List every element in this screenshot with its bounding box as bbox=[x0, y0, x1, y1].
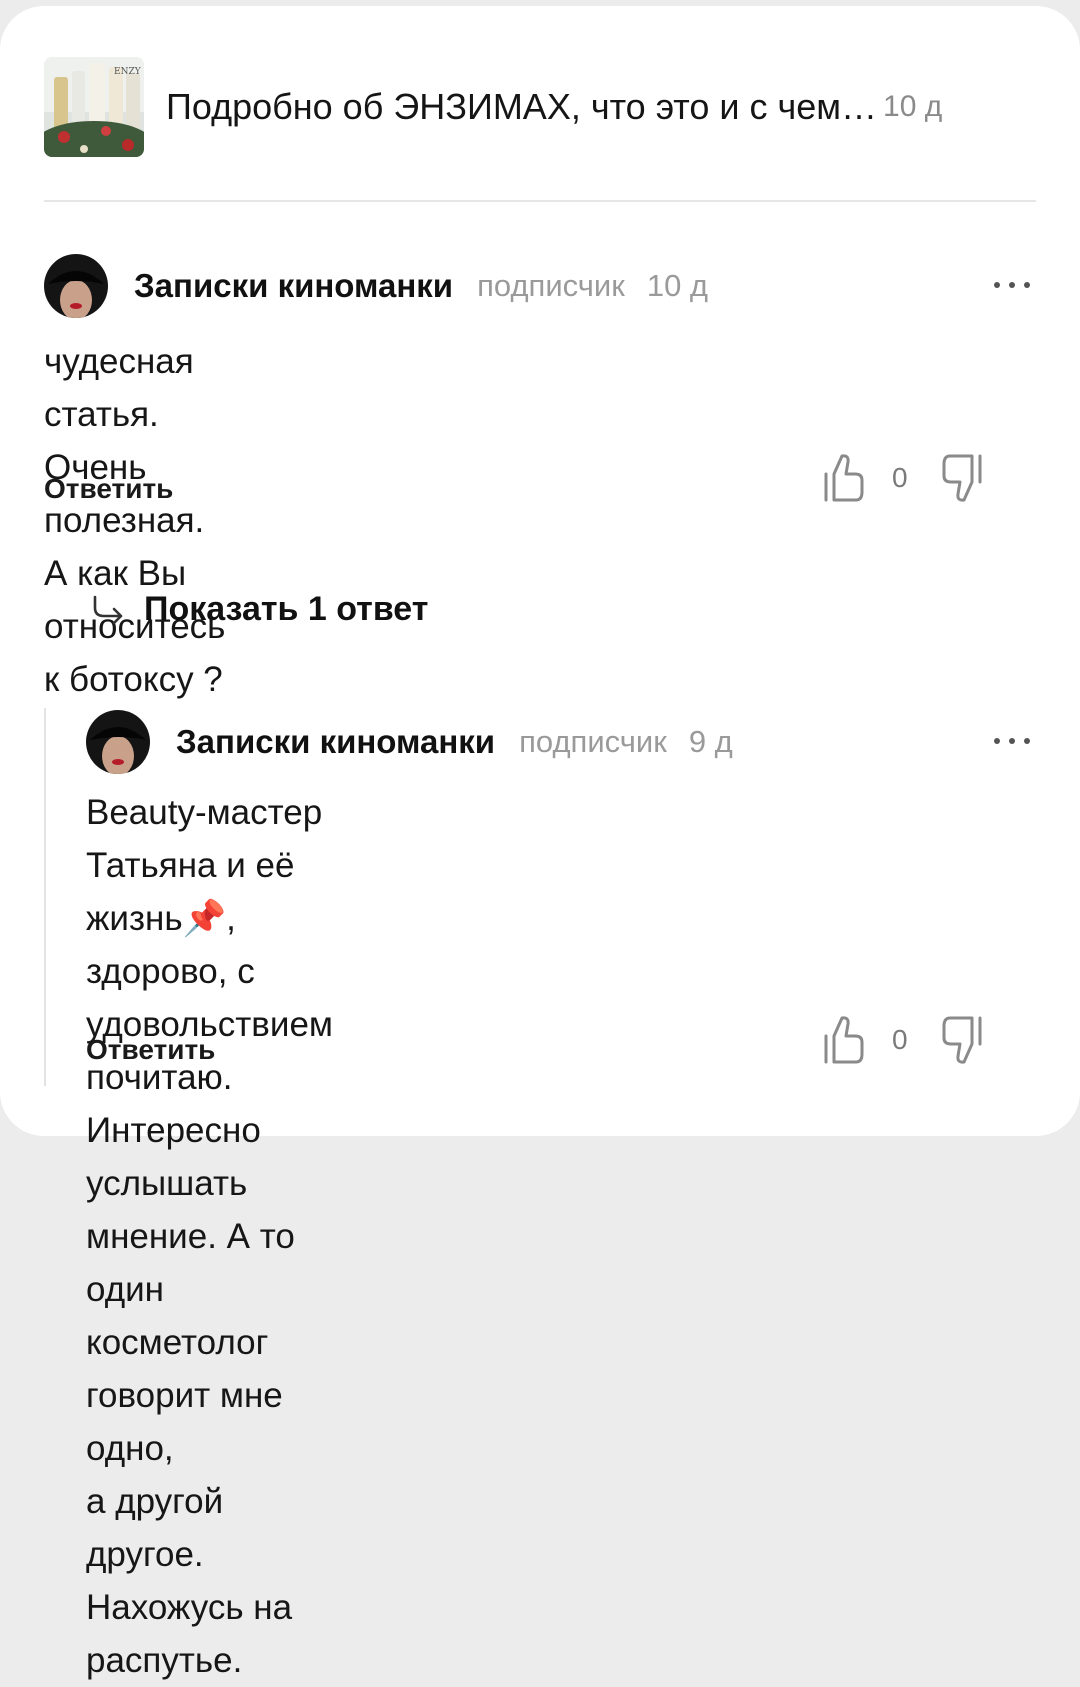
comment-age: 10 д bbox=[646, 268, 709, 303]
comment-text: Beauty-мастер Татьяна и её жизнь📌, здоро… bbox=[86, 786, 333, 1687]
more-dots-icon[interactable] bbox=[994, 734, 1036, 748]
comment-header: Записки киноманки подписчик 10 д bbox=[44, 254, 708, 318]
reply-arrow-icon bbox=[93, 595, 123, 624]
thumb-label: ENZY bbox=[114, 67, 142, 77]
avatar[interactable] bbox=[86, 710, 150, 774]
comment-text-line: удовольствием почитаю. Интересно услышат… bbox=[86, 1005, 333, 1203]
comment-text: чудесная статья. Очень полезная. А как В… bbox=[44, 335, 225, 706]
comment-text-line: а другой другое. Нахожусь на распутье. bbox=[86, 1482, 293, 1680]
author-name[interactable]: Записки киноманки bbox=[134, 267, 453, 305]
author-role: подписчик bbox=[519, 724, 667, 759]
author-role: подписчик bbox=[477, 268, 625, 303]
like-count: 0 bbox=[892, 1024, 908, 1055]
article-thumbnail: ENZY bbox=[44, 57, 144, 157]
article-age: 10 д bbox=[883, 90, 943, 123]
thumb-up-icon[interactable] bbox=[822, 1014, 866, 1066]
votes: 0 bbox=[822, 452, 986, 504]
reply-button[interactable]: Ответить bbox=[44, 473, 173, 505]
comment-text-line: чудесная статья. Очень полезная. А как В… bbox=[44, 342, 205, 593]
thumb-down-icon[interactable] bbox=[938, 452, 986, 504]
thread-line bbox=[44, 708, 46, 1086]
more-dots-icon[interactable] bbox=[994, 278, 1036, 292]
divider bbox=[44, 200, 1036, 202]
show-replies-label[interactable]: Показать 1 ответ bbox=[144, 590, 428, 629]
comments-card: ENZY Подробно об ЭНЗИМАХ, что это и с че… bbox=[0, 6, 1080, 1680]
comment-text-line: мнение. А то один косметолог говорит мне… bbox=[86, 1217, 295, 1468]
thumb-up-icon[interactable] bbox=[822, 452, 866, 504]
thumb-down-icon[interactable] bbox=[938, 1014, 986, 1066]
author-name[interactable]: Записки киноманки bbox=[176, 723, 495, 761]
show-replies-button[interactable]: Показать 1 ответ bbox=[90, 590, 428, 629]
votes: 0 bbox=[822, 1014, 986, 1066]
comment-header: Записки киноманки подписчик 9 д bbox=[86, 710, 733, 774]
article-link[interactable]: ENZY Подробно об ЭНЗИМАХ, что это и с че… bbox=[44, 56, 1040, 158]
comment-text-line: Beauty-мастер Татьяна и её жизнь📌, здоро… bbox=[86, 793, 323, 991]
like-count: 0 bbox=[892, 462, 908, 493]
comment-age: 9 д bbox=[688, 724, 733, 759]
reply-button[interactable]: Ответить bbox=[86, 1034, 215, 1066]
avatar[interactable] bbox=[44, 254, 108, 318]
article-title[interactable]: Подробно об ЭНЗИМАХ, что это и с чем… bbox=[166, 86, 877, 128]
